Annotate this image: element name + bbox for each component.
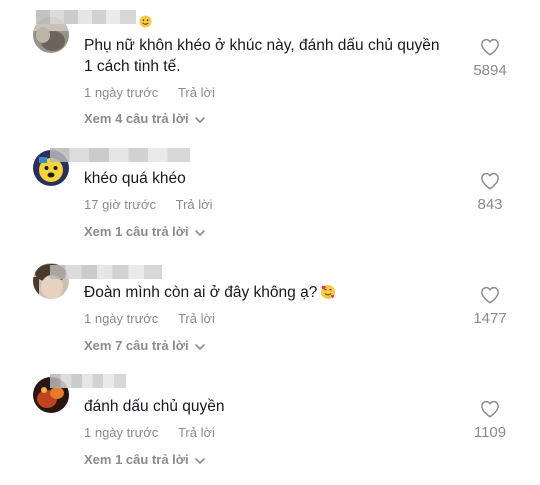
smiling-face-emoji bbox=[139, 15, 152, 33]
comment-meta: 17 giờ trước Trả lời bbox=[84, 197, 213, 212]
view-replies-label: Xem 1 câu trả lời bbox=[84, 452, 189, 467]
like-count: 1477 bbox=[473, 310, 507, 327]
comment-time: 17 giờ trước bbox=[84, 197, 156, 212]
comment-meta: 1 ngày trước Trả lời bbox=[84, 425, 215, 440]
comment-item: Đoàn mình còn ai ở đây không ạ? 1 ngày t… bbox=[0, 224, 540, 353]
comment-text: Phụ nữ khôn khéo ở khúc này, đánh dấu ch… bbox=[84, 37, 440, 54]
like-button[interactable]: 1109 bbox=[470, 400, 510, 441]
reply-button[interactable]: Trả lời bbox=[176, 197, 213, 212]
comment-time: 1 ngày trước bbox=[84, 425, 159, 440]
heart-outline-icon bbox=[481, 286, 499, 304]
smiling-face-with-hearts-emoji bbox=[320, 284, 336, 307]
comment-text: đánh dấu chủ quyền bbox=[84, 398, 225, 415]
reply-button[interactable]: Trả lời bbox=[178, 85, 215, 100]
comment-text-content: Đoàn mình còn ai ở đây không ạ? bbox=[84, 284, 318, 301]
reply-button[interactable]: Trả lời bbox=[178, 311, 215, 326]
username-blurred[interactable] bbox=[50, 265, 162, 279]
username-blurred[interactable] bbox=[50, 148, 190, 162]
username-blurred[interactable] bbox=[50, 374, 126, 388]
comment-text-line-2: 1 cách tinh tế. bbox=[84, 58, 181, 75]
reply-button[interactable]: Trả lời bbox=[178, 425, 215, 440]
like-button[interactable]: 1477 bbox=[470, 286, 510, 327]
comment-time: 1 ngày trước bbox=[84, 85, 159, 100]
comment-meta: 1 ngày trước Trả lời bbox=[84, 85, 215, 100]
like-count: 1109 bbox=[473, 424, 507, 441]
comment-meta: 1 ngày trước Trả lời bbox=[84, 311, 215, 326]
comment-item: Phụ nữ khôn khéo ở khúc này, đánh dấu ch… bbox=[0, 0, 540, 126]
comment-time: 1 ngày trước bbox=[84, 311, 159, 326]
like-count: 843 bbox=[477, 196, 503, 213]
comment-text: Đoàn mình còn ai ở đây không ạ? bbox=[84, 282, 336, 307]
view-replies-button[interactable]: Xem 1 câu trả lời bbox=[84, 452, 205, 468]
username-blurred[interactable] bbox=[36, 10, 136, 24]
like-count: 5894 bbox=[473, 62, 507, 79]
like-button[interactable]: 5894 bbox=[470, 38, 510, 79]
chevron-down-icon bbox=[194, 453, 205, 468]
comment-item: đánh dấu chủ quyền 1 ngày trước Trả lời … bbox=[0, 338, 540, 467]
comment-text: khéo quá khéo bbox=[84, 170, 186, 187]
comment-item: khéo quá khéo 17 giờ trước Trả lời Xem 1… bbox=[0, 112, 540, 239]
heart-outline-icon bbox=[481, 400, 499, 418]
heart-outline-icon bbox=[481, 38, 499, 56]
like-button[interactable]: 843 bbox=[470, 172, 510, 213]
heart-outline-icon bbox=[481, 172, 499, 190]
